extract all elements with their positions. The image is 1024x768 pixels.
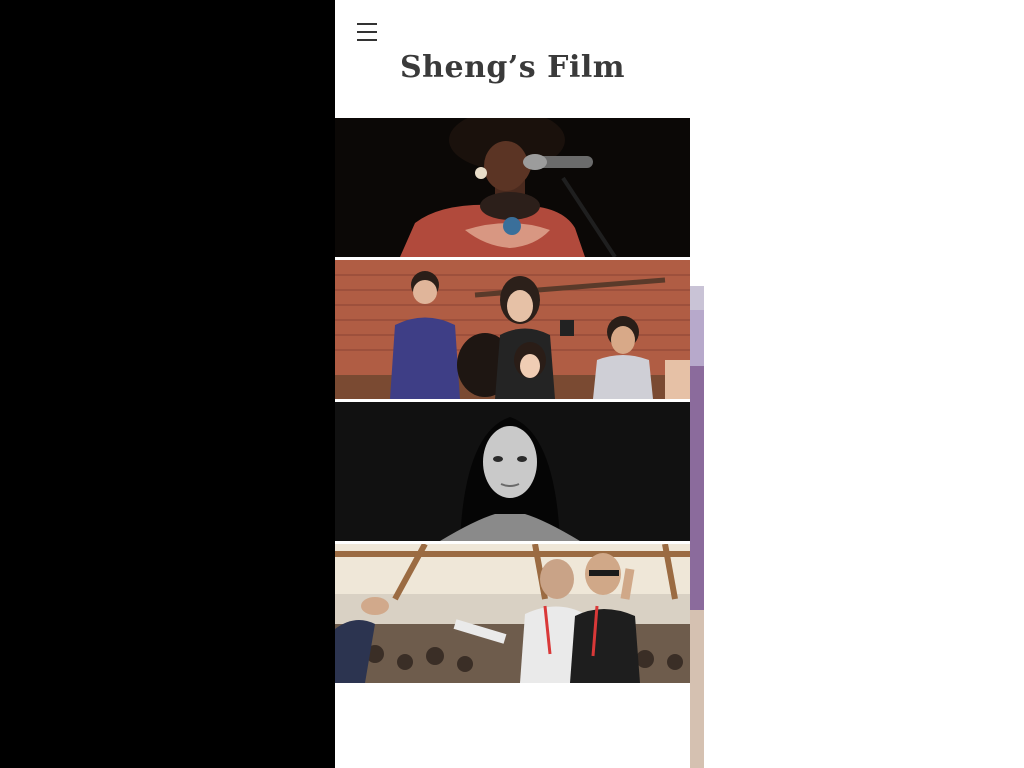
adjacent-panel-strip: [690, 610, 704, 768]
adjacent-panel-strip: [690, 286, 704, 310]
group-filming-photo-image: [335, 260, 690, 399]
gallery-photo-group-filming[interactable]: [335, 260, 690, 399]
gallery-photo-festival-crowd[interactable]: [335, 544, 690, 683]
gallery-photo-portrait[interactable]: [335, 402, 690, 541]
gallery-photo-singer[interactable]: [335, 118, 690, 257]
site-frame: Sheng’s Film: [335, 0, 690, 768]
adjacent-panel-strip: [690, 366, 704, 610]
photo-gallery: [335, 118, 690, 686]
singer-photo-image: [335, 118, 690, 257]
menu-line: [357, 23, 377, 25]
left-black-panel: [0, 0, 335, 768]
menu-line: [357, 31, 377, 33]
adjacent-panel-strip: [690, 310, 704, 366]
hamburger-menu-icon[interactable]: [357, 18, 381, 46]
site-title[interactable]: Sheng’s Film: [335, 50, 690, 85]
portrait-photo-image: [335, 402, 690, 541]
festival-crowd-photo-image: [335, 544, 690, 683]
menu-line: [357, 39, 377, 41]
